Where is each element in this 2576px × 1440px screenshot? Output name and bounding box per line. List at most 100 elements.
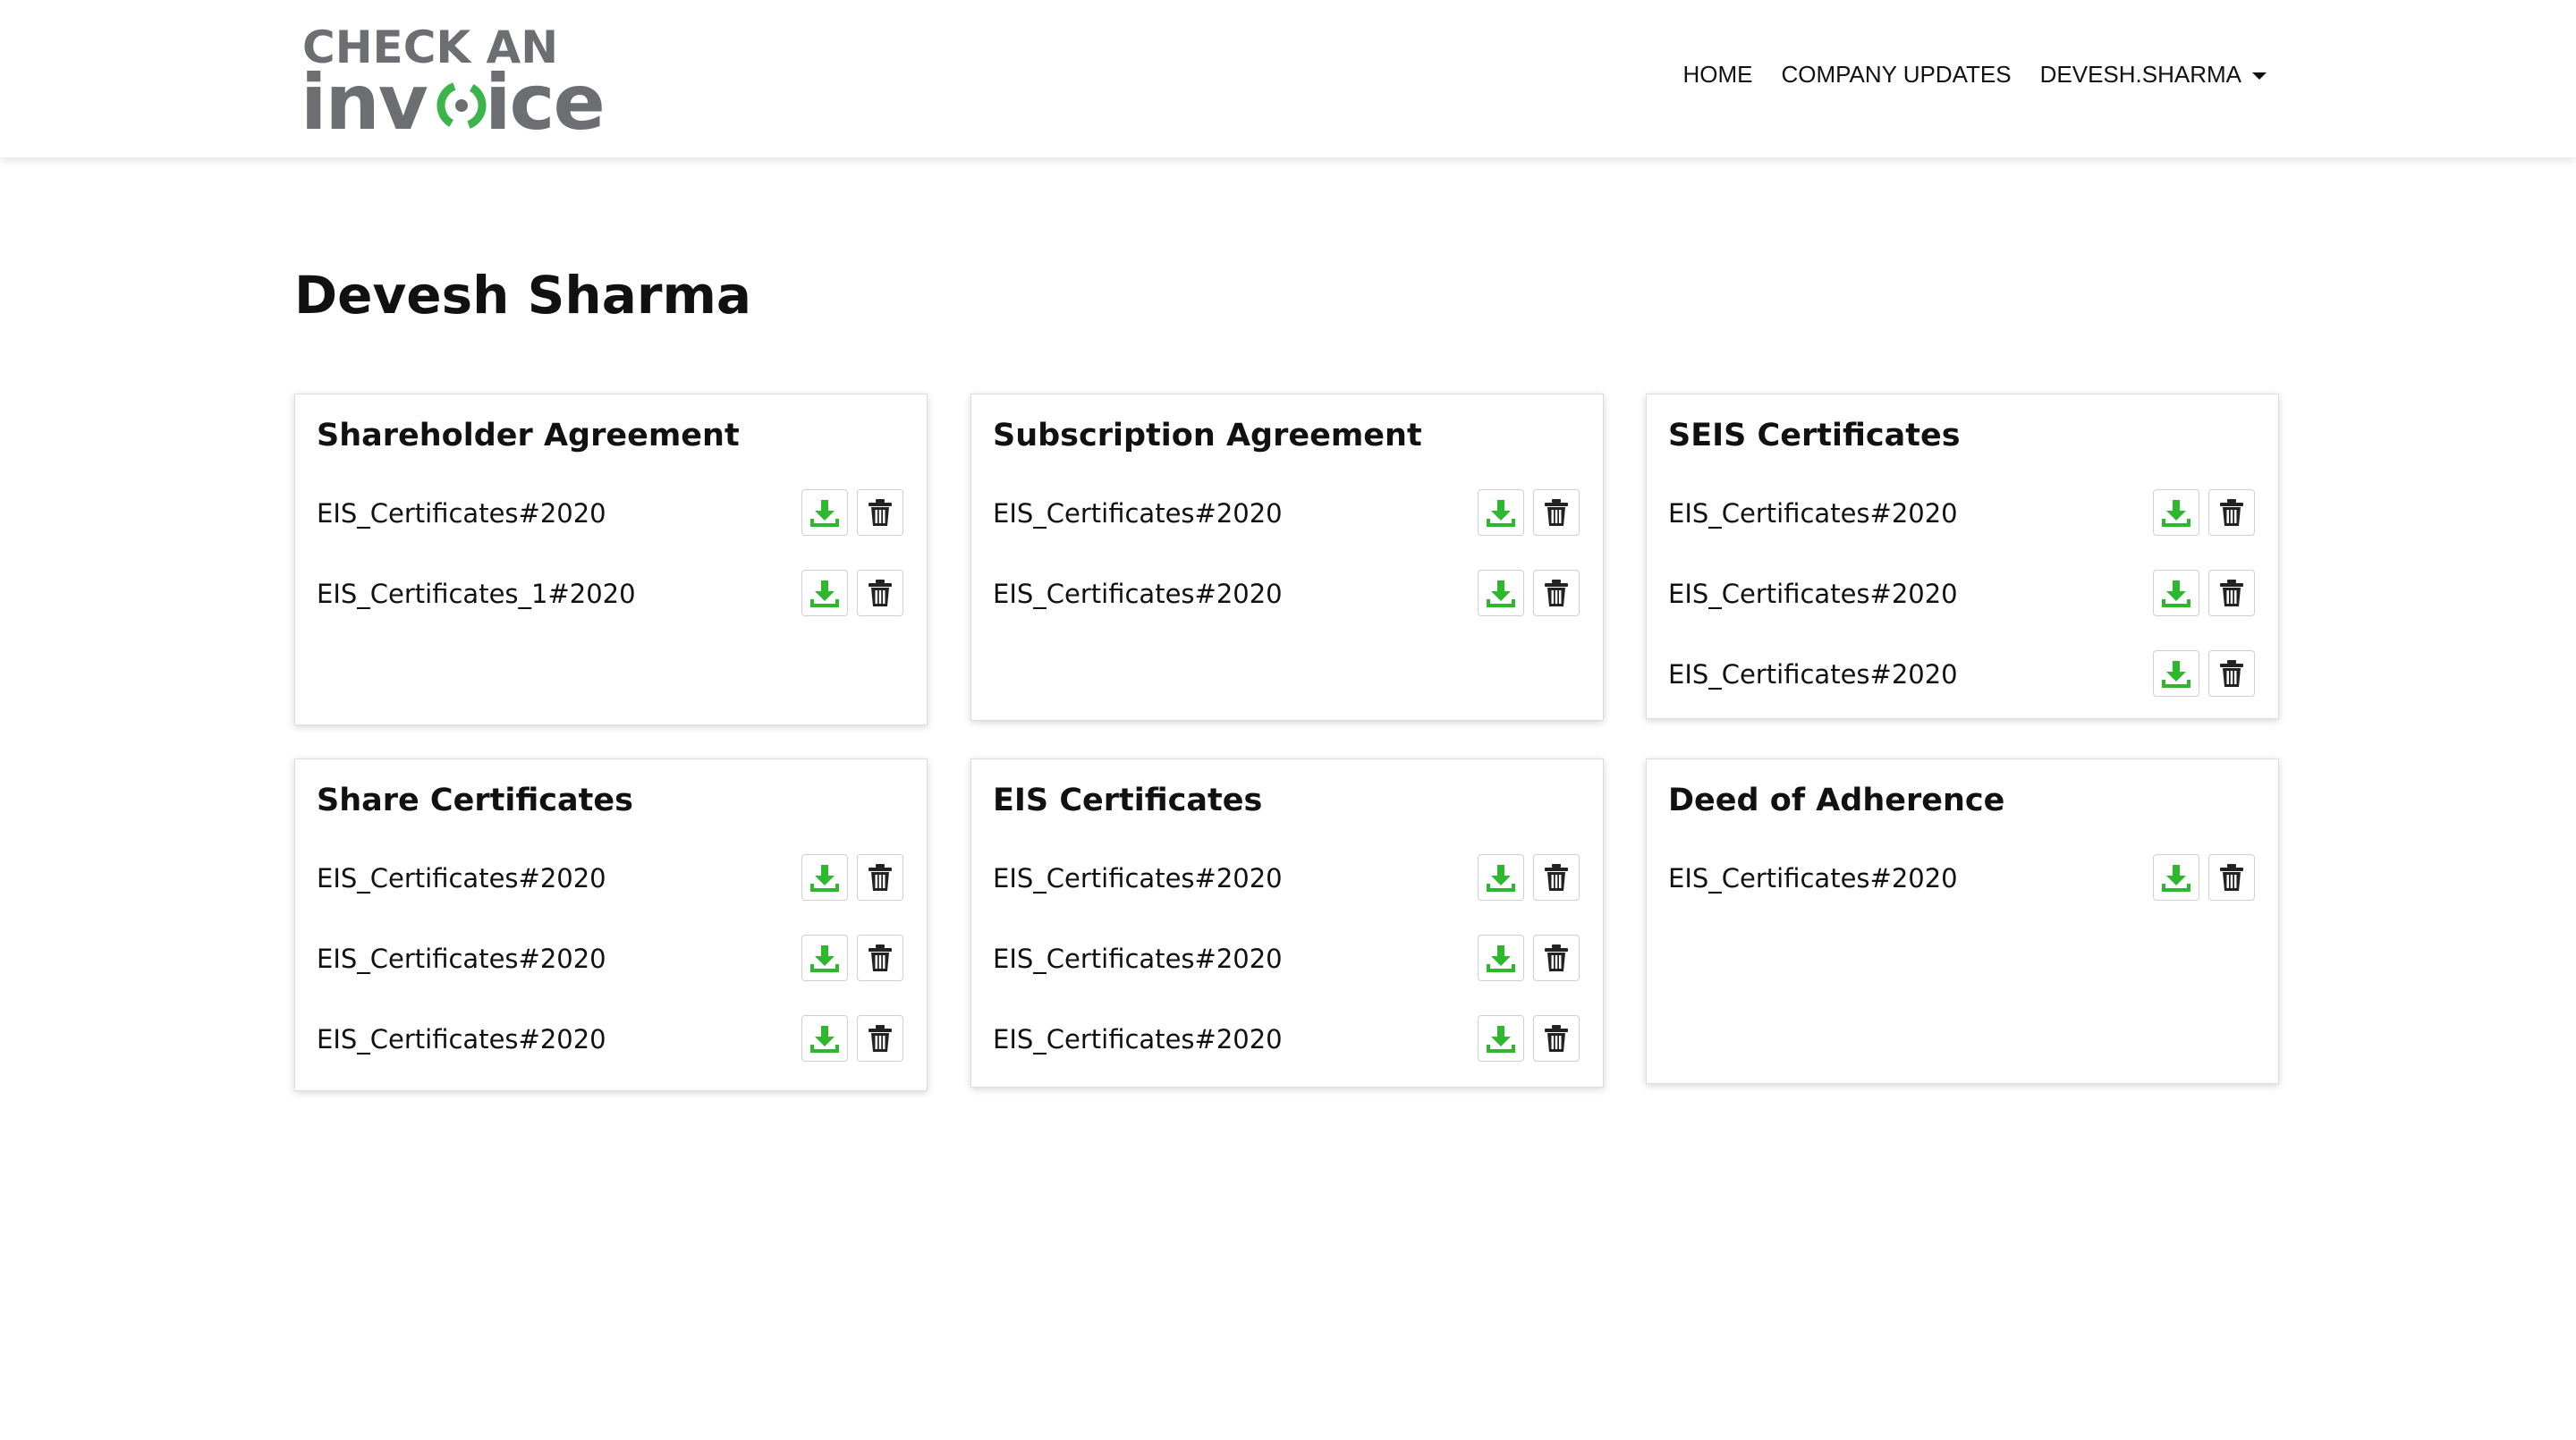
trash-icon	[867, 863, 894, 892]
card-deed-of-adherence: Deed of Adherence EIS_Certificates#2020	[1646, 758, 2279, 1084]
document-row: EIS_Certificates#2020	[317, 935, 903, 983]
nav-company-updates-link[interactable]: COMPANY UPDATES	[1781, 61, 2011, 89]
document-actions	[2153, 650, 2255, 697]
delete-button[interactable]	[857, 854, 903, 901]
document-actions	[801, 570, 903, 616]
main-nav: HOME COMPANY UPDATES DEVESH.SHARMA	[1682, 61, 2267, 89]
user-menu-label[interactable]: DEVESH.SHARMA	[2040, 61, 2241, 89]
document-actions	[1478, 570, 1580, 616]
card-seis-certificates: SEIS Certificates EIS_Certificates#2020 E…	[1646, 394, 2279, 719]
document-name: EIS_Certificates#2020	[993, 944, 1283, 974]
document-actions	[801, 1015, 903, 1062]
delete-button[interactable]	[857, 570, 903, 616]
nav-home-link[interactable]: HOME	[1682, 61, 1752, 89]
download-button[interactable]	[1478, 1015, 1524, 1062]
download-button[interactable]	[2153, 650, 2199, 697]
download-icon	[2161, 658, 2191, 689]
download-icon	[1486, 497, 1516, 528]
download-icon	[1486, 578, 1516, 608]
download-icon	[809, 862, 840, 893]
download-button[interactable]	[2153, 854, 2199, 901]
document-actions	[1478, 935, 1580, 981]
document-name: EIS_Certificates#2020	[1668, 863, 1958, 894]
download-button[interactable]	[1478, 935, 1524, 981]
document-row: EIS_Certificates#2020	[1668, 650, 2255, 699]
document-actions	[2153, 489, 2255, 536]
card-title: SEIS Certificates	[1668, 418, 1961, 453]
download-button[interactable]	[801, 489, 848, 536]
download-button[interactable]	[1478, 854, 1524, 901]
trash-icon	[1543, 1024, 1570, 1053]
document-actions	[2153, 570, 2255, 616]
trash-icon	[1543, 944, 1570, 972]
document-row: EIS_Certificates#2020	[1668, 570, 2255, 618]
document-row: EIS_Certificates#2020	[1668, 489, 2255, 538]
trash-icon	[867, 579, 894, 607]
delete-button[interactable]	[857, 1015, 903, 1062]
document-name: EIS_Certificates_1#2020	[317, 579, 636, 609]
document-actions	[1478, 1015, 1580, 1062]
card-title: Shareholder Agreement	[317, 418, 740, 453]
svg-text:inv: inv	[301, 58, 428, 136]
download-icon	[1486, 1023, 1516, 1054]
document-row: EIS_Certificates#2020	[993, 1015, 1580, 1063]
document-name: EIS_Certificates#2020	[993, 1024, 1283, 1055]
delete-button[interactable]	[1533, 570, 1580, 616]
document-row: EIS_Certificates#2020	[317, 489, 903, 538]
delete-button[interactable]	[1533, 935, 1580, 981]
delete-button[interactable]	[1533, 489, 1580, 536]
download-button[interactable]	[2153, 570, 2199, 616]
document-name: EIS_Certificates#2020	[317, 863, 606, 894]
download-icon	[809, 578, 840, 608]
download-icon	[809, 497, 840, 528]
download-icon	[809, 1023, 840, 1054]
card-title: EIS Certificates	[993, 783, 1263, 818]
document-row: EIS_Certificates#2020	[317, 1015, 903, 1063]
download-button[interactable]	[801, 570, 848, 616]
delete-button[interactable]	[2208, 854, 2255, 901]
document-name: EIS_Certificates#2020	[993, 498, 1283, 529]
delete-button[interactable]	[2208, 489, 2255, 536]
caret-down-icon[interactable]	[2252, 72, 2267, 80]
download-button[interactable]	[1478, 570, 1524, 616]
card-eis-certificates: EIS Certificates EIS_Certificates#2020 EI…	[970, 758, 1604, 1088]
card-share-certificates: Share Certificates EIS_Certificates#2020…	[294, 758, 928, 1091]
document-name: EIS_Certificates#2020	[1668, 579, 1958, 609]
trash-icon	[1543, 579, 1570, 607]
download-icon	[2161, 497, 2191, 528]
trash-icon	[867, 944, 894, 972]
download-button[interactable]	[2153, 489, 2199, 536]
document-name: EIS_Certificates#2020	[317, 1024, 606, 1055]
document-row: EIS_Certificates#2020	[993, 854, 1580, 902]
document-name: EIS_Certificates#2020	[993, 863, 1283, 894]
document-actions	[801, 489, 903, 536]
document-row: EIS_Certificates#2020	[993, 935, 1580, 983]
document-actions	[2153, 854, 2255, 901]
card-shareholder-agreement: Shareholder Agreement EIS_Certificates#2…	[294, 394, 928, 725]
document-name: EIS_Certificates#2020	[317, 498, 606, 529]
delete-button[interactable]	[1533, 854, 1580, 901]
document-name: EIS_Certificates#2020	[1668, 659, 1958, 690]
trash-icon	[2218, 579, 2245, 607]
top-navbar: CHECK AN inv ice HOME COMPANY UPDATES DE…	[0, 0, 2576, 157]
delete-button[interactable]	[1533, 1015, 1580, 1062]
download-icon	[2161, 862, 2191, 893]
document-row: EIS_Certificates#2020	[1668, 854, 2255, 902]
delete-button[interactable]	[857, 489, 903, 536]
document-actions	[1478, 854, 1580, 901]
trash-icon	[2218, 659, 2245, 688]
document-actions	[801, 854, 903, 901]
download-icon	[2161, 578, 2191, 608]
delete-button[interactable]	[2208, 570, 2255, 616]
download-button[interactable]	[801, 935, 848, 981]
user-menu-dropdown[interactable]: DEVESH.SHARMA	[2040, 61, 2267, 89]
download-button[interactable]	[801, 854, 848, 901]
svg-text:ice: ice	[485, 58, 604, 136]
download-icon	[1486, 862, 1516, 893]
delete-button[interactable]	[857, 935, 903, 981]
trash-icon	[867, 1024, 894, 1053]
download-button[interactable]	[1478, 489, 1524, 536]
check-an-invoice-logo[interactable]: CHECK AN inv ice	[301, 23, 623, 136]
delete-button[interactable]	[2208, 650, 2255, 697]
download-button[interactable]	[801, 1015, 848, 1062]
